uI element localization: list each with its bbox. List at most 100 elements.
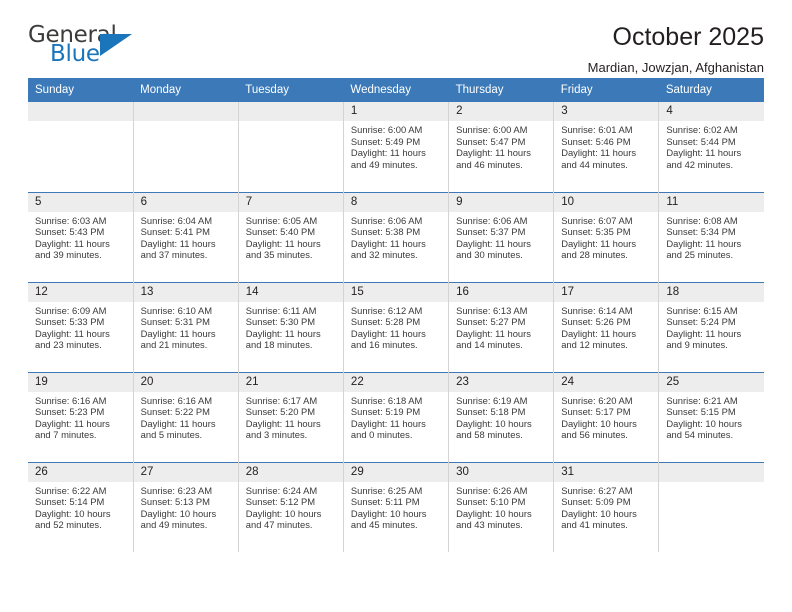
daylight-text-line2: and 49 minutes. — [350, 158, 418, 170]
calendar-day-cell[interactable]: 4 Sunrise: 6:02 AM Sunset: 5:44 PM Daylight… — [658, 102, 764, 192]
day-number: 1 — [343, 102, 449, 121]
sunset-text: Sunset: 5:35 PM — [561, 226, 631, 238]
calendar-day-cell[interactable]: 16 Sunrise: 6:13 AM Sunset: 5:27 PM Dayligh… — [448, 281, 554, 372]
sunrise-text: Sunrise: 6:15 AM — [666, 304, 738, 316]
sunrise-text: Sunrise: 6:11 AM — [245, 304, 317, 316]
sunrise-text: Sunrise: 6:27 AM — [561, 484, 633, 496]
sunset-text: Sunset: 5:34 PM — [666, 226, 736, 238]
calendar-day-cell[interactable]: 22 Sunrise: 6:18 AM Sunset: 5:19 PM Dayligh… — [342, 371, 449, 462]
daylight-text-line1: Daylight: 10 hours — [35, 507, 111, 519]
day-number: 8 — [343, 192, 449, 212]
weekday-header-thursday: Thursday — [448, 78, 554, 102]
calendar-day-cell[interactable]: 10 Sunrise: 6:07 AM Sunset: 5:35 PM Dayligh… — [553, 191, 659, 282]
daylight-text-line1: Daylight: 11 hours — [245, 327, 321, 339]
calendar-day-cell[interactable]: 18 Sunrise: 6:15 AM Sunset: 5:24 PM Dayligh… — [658, 281, 764, 372]
calendar-day-cell[interactable]: 2 Sunrise: 6:00 AM Sunset: 5:47 PM Daylight… — [448, 102, 554, 192]
day-number — [659, 462, 764, 482]
calendar-day-cell[interactable]: 25 Sunrise: 6:21 AM Sunset: 5:15 PM Dayligh… — [658, 371, 764, 462]
calendar-day-cell[interactable]: 9 Sunrise: 6:06 AM Sunset: 5:37 PM Daylight… — [448, 191, 554, 282]
sunset-text: Sunset: 5:30 PM — [245, 316, 316, 328]
daylight-text-line2: and 23 minutes. — [35, 339, 102, 351]
sunrise-text: Sunrise: 6:06 AM — [456, 214, 528, 226]
calendar-day-cell[interactable]: 23 Sunrise: 6:19 AM Sunset: 5:18 PM Dayligh… — [448, 371, 554, 462]
day-number — [238, 102, 343, 121]
daylight-text-line1: Daylight: 11 hours — [245, 417, 321, 429]
sunrise-text: Sunrise: 6:22 AM — [35, 484, 107, 496]
daylight-text-line1: Daylight: 11 hours — [561, 327, 637, 339]
calendar-day-cell[interactable]: 21 Sunrise: 6:17 AM Sunset: 5:20 PM Dayligh… — [237, 371, 344, 462]
calendar-day-cell[interactable]: 30 Sunrise: 6:26 AM Sunset: 5:10 PM Dayligh… — [448, 461, 554, 552]
daylight-text-line1: Daylight: 10 hours — [245, 507, 322, 519]
general-blue-logo[interactable]: General Blue — [28, 22, 146, 72]
page-title: October 2025 — [612, 23, 765, 51]
sunset-text: Sunset: 5:46 PM — [561, 135, 631, 147]
calendar-day-cell[interactable]: 14 Sunrise: 6:11 AM Sunset: 5:30 PM Dayligh… — [237, 281, 344, 372]
daylight-text-line2: and 28 minutes. — [561, 249, 628, 261]
sunrise-text: Sunrise: 6:05 AM — [245, 214, 318, 226]
daylight-text-line1: Daylight: 11 hours — [666, 147, 742, 159]
day-number: 12 — [28, 282, 133, 302]
day-sun-info: Sunrise: 6:15 AM Sunset: 5:24 PM Daylight:… — [659, 302, 764, 351]
sunset-text: Sunset: 5:15 PM — [666, 406, 736, 418]
daylight-text-line2: and 56 minutes. — [561, 429, 628, 441]
calendar-day-cell[interactable]: 31 Sunrise: 6:27 AM Sunset: 5:09 PM Dayligh… — [553, 461, 659, 552]
daylight-text-line1: Daylight: 10 hours — [456, 507, 532, 519]
sunrise-text: Sunrise: 6:26 AM — [456, 484, 528, 496]
calendar-day-cell[interactable]: 8 Sunrise: 6:06 AM Sunset: 5:38 PM Daylight… — [342, 191, 449, 282]
calendar-week-row: 5 Sunrise: 6:03 AM Sunset: 5:43 PM Daylight… — [28, 191, 764, 282]
sunset-text: Sunset: 5:24 PM — [666, 316, 736, 328]
calendar-day-cell[interactable]: 12 Sunrise: 6:09 AM Sunset: 5:33 PM Dayligh… — [28, 281, 134, 372]
title-block: October 2025 Mardian, Jowzjan, Afghanist… — [588, 22, 765, 74]
day-sun-info: Sunrise: 6:16 AM Sunset: 5:22 PM Daylight:… — [134, 392, 238, 441]
day-number: 17 — [554, 282, 659, 302]
calendar-day-cell[interactable]: 29 Sunrise: 6:25 AM Sunset: 5:11 PM Dayligh… — [342, 461, 449, 552]
day-sun-info: Sunrise: 6:17 AM Sunset: 5:20 PM Daylight:… — [239, 392, 343, 441]
calendar-day-cell-empty — [237, 102, 344, 192]
daylight-text-line1: Daylight: 11 hours — [350, 327, 426, 339]
daylight-text-line2: and 9 minutes. — [666, 339, 728, 351]
calendar-day-cell[interactable]: 5 Sunrise: 6:03 AM Sunset: 5:43 PM Daylight… — [28, 191, 134, 282]
calendar-day-cell[interactable]: 26 Sunrise: 6:22 AM Sunset: 5:14 PM Dayligh… — [28, 461, 134, 552]
sunset-text: Sunset: 5:12 PM — [245, 496, 316, 508]
day-sun-info: Sunrise: 6:03 AM Sunset: 5:43 PM Daylight:… — [28, 212, 133, 261]
daylight-text-line2: and 16 minutes. — [350, 339, 418, 351]
calendar-day-cell[interactable]: 28 Sunrise: 6:24 AM Sunset: 5:12 PM Dayligh… — [237, 461, 344, 552]
calendar-day-cell[interactable]: 15 Sunrise: 6:12 AM Sunset: 5:28 PM Dayligh… — [342, 281, 449, 372]
daylight-text-line2: and 35 minutes. — [245, 249, 313, 261]
day-number: 14 — [238, 282, 343, 302]
calendar-day-cell[interactable]: 17 Sunrise: 6:14 AM Sunset: 5:26 PM Dayligh… — [553, 281, 659, 372]
daylight-text-line1: Daylight: 11 hours — [666, 327, 742, 339]
calendar-day-cell[interactable]: 11 Sunrise: 6:08 AM Sunset: 5:34 PM Dayligh… — [658, 191, 764, 282]
calendar-day-cell[interactable]: 7 Sunrise: 6:05 AM Sunset: 5:40 PM Daylight… — [237, 191, 344, 282]
day-sun-info: Sunrise: 6:26 AM Sunset: 5:10 PM Daylight:… — [449, 482, 553, 531]
sunset-text: Sunset: 5:18 PM — [456, 406, 526, 418]
day-number: 22 — [343, 372, 449, 392]
day-number: 20 — [133, 372, 238, 392]
calendar-day-cell[interactable]: 3 Sunrise: 6:01 AM Sunset: 5:46 PM Daylight… — [553, 102, 659, 192]
sunset-text: Sunset: 5:49 PM — [350, 135, 421, 147]
sunset-text: Sunset: 5:27 PM — [456, 316, 526, 328]
calendar-day-cell[interactable]: 1 Sunrise: 6:00 AM Sunset: 5:49 PM Daylight… — [342, 102, 449, 192]
calendar-day-cell[interactable]: 24 Sunrise: 6:20 AM Sunset: 5:17 PM Dayligh… — [553, 371, 659, 462]
day-sun-info: Sunrise: 6:25 AM Sunset: 5:11 PM Daylight:… — [344, 482, 448, 531]
daylight-text-line1: Daylight: 11 hours — [140, 417, 216, 429]
calendar-day-cell[interactable]: 20 Sunrise: 6:16 AM Sunset: 5:22 PM Dayligh… — [132, 371, 239, 462]
daylight-text-line1: Daylight: 11 hours — [350, 147, 426, 159]
sunset-text: Sunset: 5:20 PM — [245, 406, 316, 418]
daylight-text-line1: Daylight: 11 hours — [456, 327, 531, 339]
day-sun-info: Sunrise: 6:18 AM Sunset: 5:19 PM Daylight:… — [344, 392, 448, 441]
sunset-text: Sunset: 5:44 PM — [666, 135, 736, 147]
sunrise-text: Sunrise: 6:10 AM — [140, 304, 213, 316]
daylight-text-line2: and 0 minutes. — [350, 429, 413, 441]
sunrise-text: Sunrise: 6:13 AM — [456, 304, 528, 316]
calendar-day-cell[interactable]: 27 Sunrise: 6:23 AM Sunset: 5:13 PM Dayligh… — [132, 461, 239, 552]
weekday-header-sunday: Sunday — [28, 78, 134, 102]
calendar-day-cell[interactable]: 13 Sunrise: 6:10 AM Sunset: 5:31 PM Dayligh… — [132, 281, 239, 372]
calendar-day-cell-empty — [658, 461, 764, 552]
sunrise-text: Sunrise: 6:07 AM — [561, 214, 633, 226]
calendar-day-cell[interactable]: 19 Sunrise: 6:16 AM Sunset: 5:23 PM Dayligh… — [28, 371, 134, 462]
calendar-day-cell[interactable]: 6 Sunrise: 6:04 AM Sunset: 5:41 PM Daylight… — [132, 191, 239, 282]
daylight-text-line2: and 46 minutes. — [456, 158, 523, 170]
daylight-text-line2: and 5 minutes. — [140, 429, 203, 441]
sunset-text: Sunset: 5:14 PM — [35, 496, 105, 508]
